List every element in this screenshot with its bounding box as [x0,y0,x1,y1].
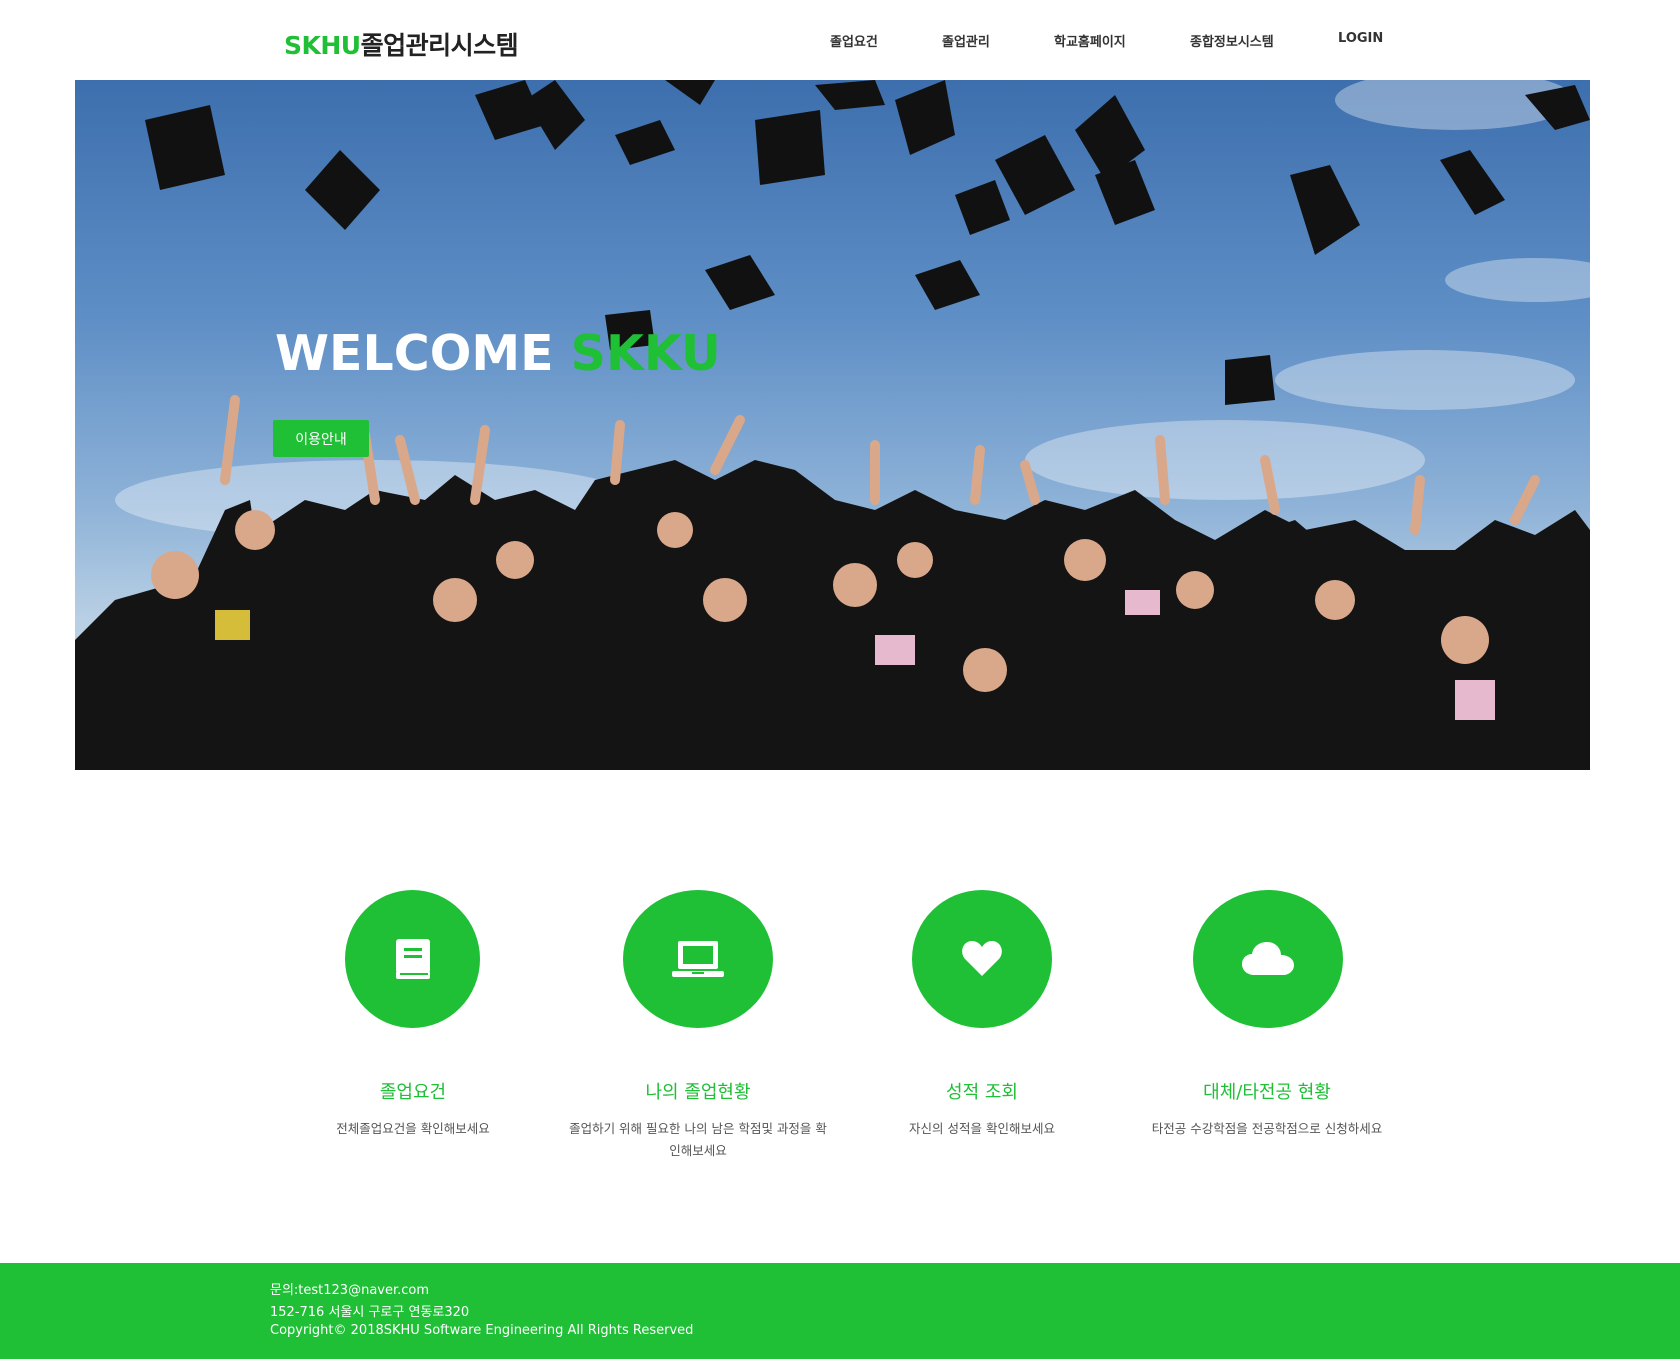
feature-icon-circle[interactable] [912,890,1052,1028]
feature-title: 대체/타전공 현황 [1203,1082,1331,1103]
feature-title: 나의 졸업현황 [645,1082,751,1103]
feature-icon-circle[interactable] [1193,890,1343,1028]
feature-desc: 졸업하기 위해 필요한 나의 남은 학점및 과정을 확인해보세요 [569,1121,827,1158]
site-header: SKHU졸업관리시스템 졸업요건 졸업관리 학교홈페이지 종합정보시스템 LOG… [0,0,1680,80]
cloud-icon [1242,942,1294,975]
hero-title: WELCOME SKKU [275,325,721,382]
nav-info-system[interactable]: 종합정보시스템 [1190,31,1274,50]
main-nav: 졸업요건 졸업관리 학교홈페이지 종합정보시스템 LOGIN [0,31,1680,51]
footer-contact: 문의:test123@naver.com [270,1283,430,1298]
feature-icon-circle[interactable] [623,890,773,1028]
laptop-icon [672,941,724,977]
book-icon [395,939,430,979]
nav-login[interactable]: LOGIN [1338,31,1383,46]
hero-title-welcome: WELCOME [275,325,554,382]
nav-graduation-requirements[interactable]: 졸업요건 [830,31,878,50]
feature-title: 졸업요건 [379,1082,447,1103]
site-footer: 문의:test123@naver.com 152-716 서울시 구로구 연동로… [0,1263,1680,1359]
hero-title-skku: SKKU [570,325,721,382]
footer-copyright: Copyright© 2018SKHU Software Engineering… [270,1323,694,1338]
guide-button[interactable]: 이용안내 [273,420,369,457]
nav-school-homepage[interactable]: 학교홈페이지 [1054,31,1126,50]
feature-icon-circle[interactable] [345,890,480,1028]
hero-banner: WELCOME SKKU 이용안내 [75,80,1590,770]
heart-icon [962,941,1002,976]
footer-address: 152-716 서울시 구로구 연동로320 [270,1305,470,1320]
nav-graduation-management[interactable]: 졸업관리 [942,31,990,50]
feature-title: 성적 조회 [946,1082,1018,1103]
feature-desc: 타전공 수강학점을 전공학점으로 신청하세요 [1151,1121,1383,1136]
feature-desc: 전체졸업요건을 확인해보세요 [336,1121,490,1136]
feature-desc: 자신의 성적을 확인해보세요 [909,1121,1055,1136]
